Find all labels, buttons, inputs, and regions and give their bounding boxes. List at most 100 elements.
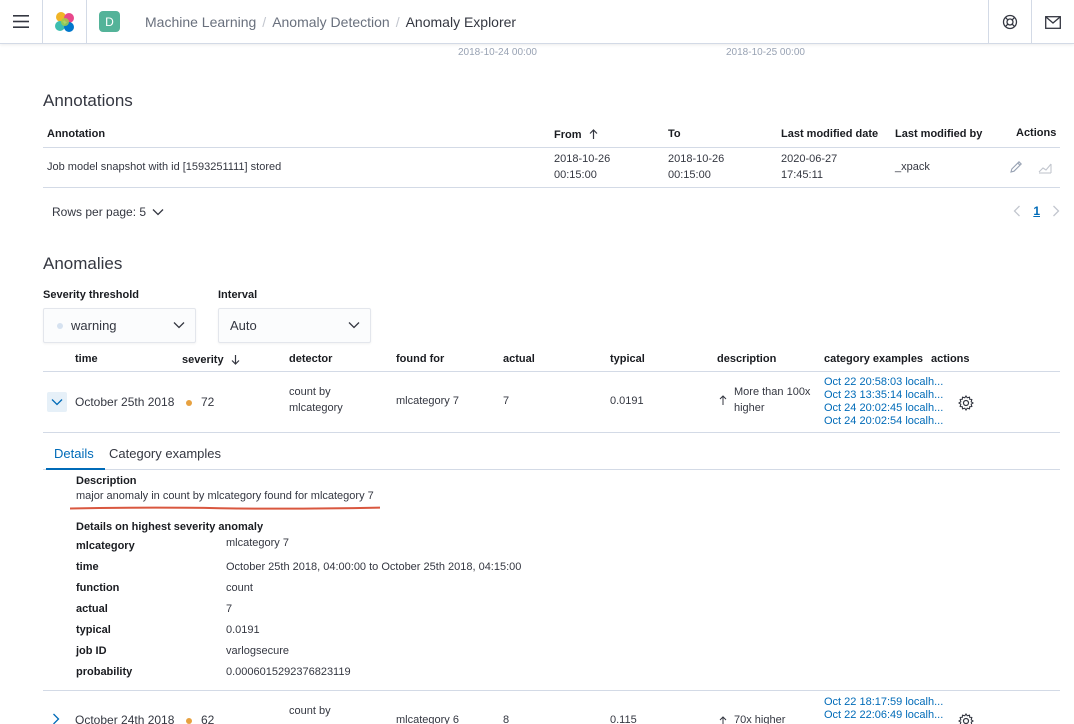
row-actions-button[interactable] [958, 713, 974, 724]
space-avatar[interactable]: D [99, 11, 120, 32]
hamburger-icon [13, 15, 29, 28]
highest-severity-title: Details on highest severity anomaly [76, 521, 264, 533]
sort-ascending-icon [589, 129, 597, 139]
gear-icon [958, 395, 974, 411]
anomalies-title: Anomalies [43, 254, 123, 273]
expand-row-button[interactable] [52, 713, 60, 724]
timeline-date-label: 2018-10-25 00:00 [726, 47, 805, 58]
column-header-modified-date[interactable]: Last modified date [781, 128, 878, 140]
column-header-from-label: From [554, 129, 582, 141]
collapse-row-button[interactable] [47, 392, 67, 412]
newsfeed-button[interactable] [1031, 0, 1074, 44]
anomaly-description: 70x higher [734, 714, 786, 724]
annotations-table: Annotation From To Last modified date La… [43, 122, 1060, 188]
column-header-time[interactable]: time [75, 353, 98, 365]
detail-key: actual [76, 603, 108, 615]
breadcrumb-separator: / [395, 13, 400, 30]
category-example-link[interactable]: Oct 24 20:02:45 localh... [824, 402, 943, 415]
detail-key: typical [76, 624, 111, 636]
anomaly-severity: 72 [186, 395, 214, 409]
anomaly-found-for: mlcategory 7 [396, 395, 459, 407]
severity-threshold-select[interactable]: warning [43, 308, 196, 343]
category-example-link[interactable]: Oct 22 18:17:59 localh... [824, 696, 943, 709]
detail-key: probability [76, 666, 133, 678]
detail-value: varlogsecure [226, 645, 289, 657]
chart-icon [1038, 163, 1052, 174]
detail-key: time [76, 561, 99, 573]
column-header-annotation[interactable]: Annotation [47, 128, 105, 140]
annotation-modified-time: 17:45:11 [781, 169, 824, 181]
detail-key: job ID [76, 645, 107, 657]
top-header: D Machine Learning / Anomaly Detection /… [0, 0, 1074, 44]
anomaly-typical: 0.115 [610, 714, 637, 724]
arrow-up-icon [719, 395, 727, 408]
column-header-to[interactable]: To [668, 128, 681, 140]
pagination-page-1[interactable]: 1 [1033, 204, 1040, 218]
column-header-actual[interactable]: actual [503, 353, 535, 365]
gear-icon [958, 713, 974, 724]
arrow-up-icon [719, 715, 727, 724]
column-header-from[interactable]: From [554, 128, 598, 141]
anomaly-actual: 8 [503, 714, 510, 724]
annotation-from-time: 00:15:00 [554, 169, 597, 181]
column-header-category-examples: category examples [824, 353, 924, 365]
annotations-table-header: Annotation From To Last modified date La… [43, 122, 1060, 148]
column-header-description[interactable]: description [717, 353, 776, 365]
severity-warning-icon [186, 399, 192, 406]
help-button[interactable] [988, 0, 1031, 44]
annotation-to-time: 00:15:00 [668, 169, 711, 181]
rows-per-page-button[interactable]: Rows per page: 5 [52, 205, 164, 219]
interval-value: Auto [230, 318, 257, 333]
table-row: Job model snapshot with id [1593251111] … [43, 148, 1060, 188]
breadcrumb-anomaly-detection[interactable]: Anomaly Detection [272, 14, 390, 30]
column-header-severity[interactable]: severity [182, 353, 240, 366]
rows-per-page-label: Rows per page: 5 [52, 205, 147, 219]
detail-value: October 25th 2018, 04:00:00 to October 2… [226, 561, 522, 573]
category-example-link[interactable]: Oct 22 20:58:03 localh... [824, 376, 943, 389]
row-actions-button[interactable] [958, 395, 974, 414]
elastic-logo-icon [54, 11, 74, 32]
tab-category-examples[interactable]: Category examples [109, 446, 221, 461]
column-header-modified-by[interactable]: Last modified by [895, 128, 982, 140]
anomaly-time: October 24th 2018 [75, 713, 175, 724]
description-text: major anomaly in count by mlcategory fou… [76, 490, 374, 502]
details-tabs: Details Category examples [43, 437, 1060, 470]
category-example-link[interactable]: Oct 23 13:35:14 localh... [824, 389, 943, 402]
column-header-typical[interactable]: typical [610, 353, 645, 365]
interval-select[interactable]: Auto [218, 308, 371, 343]
column-header-severity-label: severity [182, 354, 224, 366]
tab-details[interactable]: Details [54, 446, 94, 461]
category-example-link[interactable]: Oct 24 20:02:54 localh... [824, 415, 943, 428]
elastic-logo[interactable] [43, 0, 87, 44]
view-in-chart-button[interactable] [1038, 160, 1052, 177]
chevron-left-icon[interactable] [1013, 205, 1021, 217]
detail-key: mlcategory [76, 540, 135, 552]
table-row[interactable]: October 24th 2018 62 count by mlcategory… [43, 690, 1060, 724]
chevron-down-icon [152, 209, 164, 216]
chevron-down-icon [173, 322, 185, 329]
column-header-actions: Actions [1016, 127, 1057, 139]
anomaly-detector: count by [289, 386, 331, 398]
annotation-modified-by: _xpack [895, 161, 930, 173]
anomalies-table-header: time severity detector found for actual … [43, 348, 1060, 372]
menu-toggle-button[interactable] [0, 0, 43, 44]
column-header-actions: actions [931, 353, 970, 365]
breadcrumb-machine-learning[interactable]: Machine Learning [145, 14, 256, 30]
severity-threshold-value: warning [71, 318, 117, 333]
category-example-link[interactable]: Oct 22 22:06:49 localh... [824, 709, 943, 722]
chevron-right-icon[interactable] [1052, 205, 1060, 217]
anomaly-time: October 25th 2018 [75, 395, 175, 409]
detail-key: function [76, 582, 120, 594]
table-row[interactable]: October 25th 2018 72 count by mlcategory… [43, 372, 1060, 433]
anomaly-severity-score: 62 [201, 713, 215, 724]
annotation-underline [70, 506, 380, 510]
column-header-detector[interactable]: detector [289, 353, 332, 365]
anomalies-table: time severity detector found for actual … [43, 348, 1060, 433]
severity-warning-icon [186, 717, 192, 724]
detail-value: 0.0191 [226, 624, 260, 636]
help-icon [1002, 14, 1018, 30]
edit-annotation-button[interactable] [1009, 160, 1023, 177]
detail-value: 7 [226, 603, 233, 615]
interval-label: Interval [218, 289, 258, 301]
column-header-found-for[interactable]: found for [396, 353, 444, 365]
